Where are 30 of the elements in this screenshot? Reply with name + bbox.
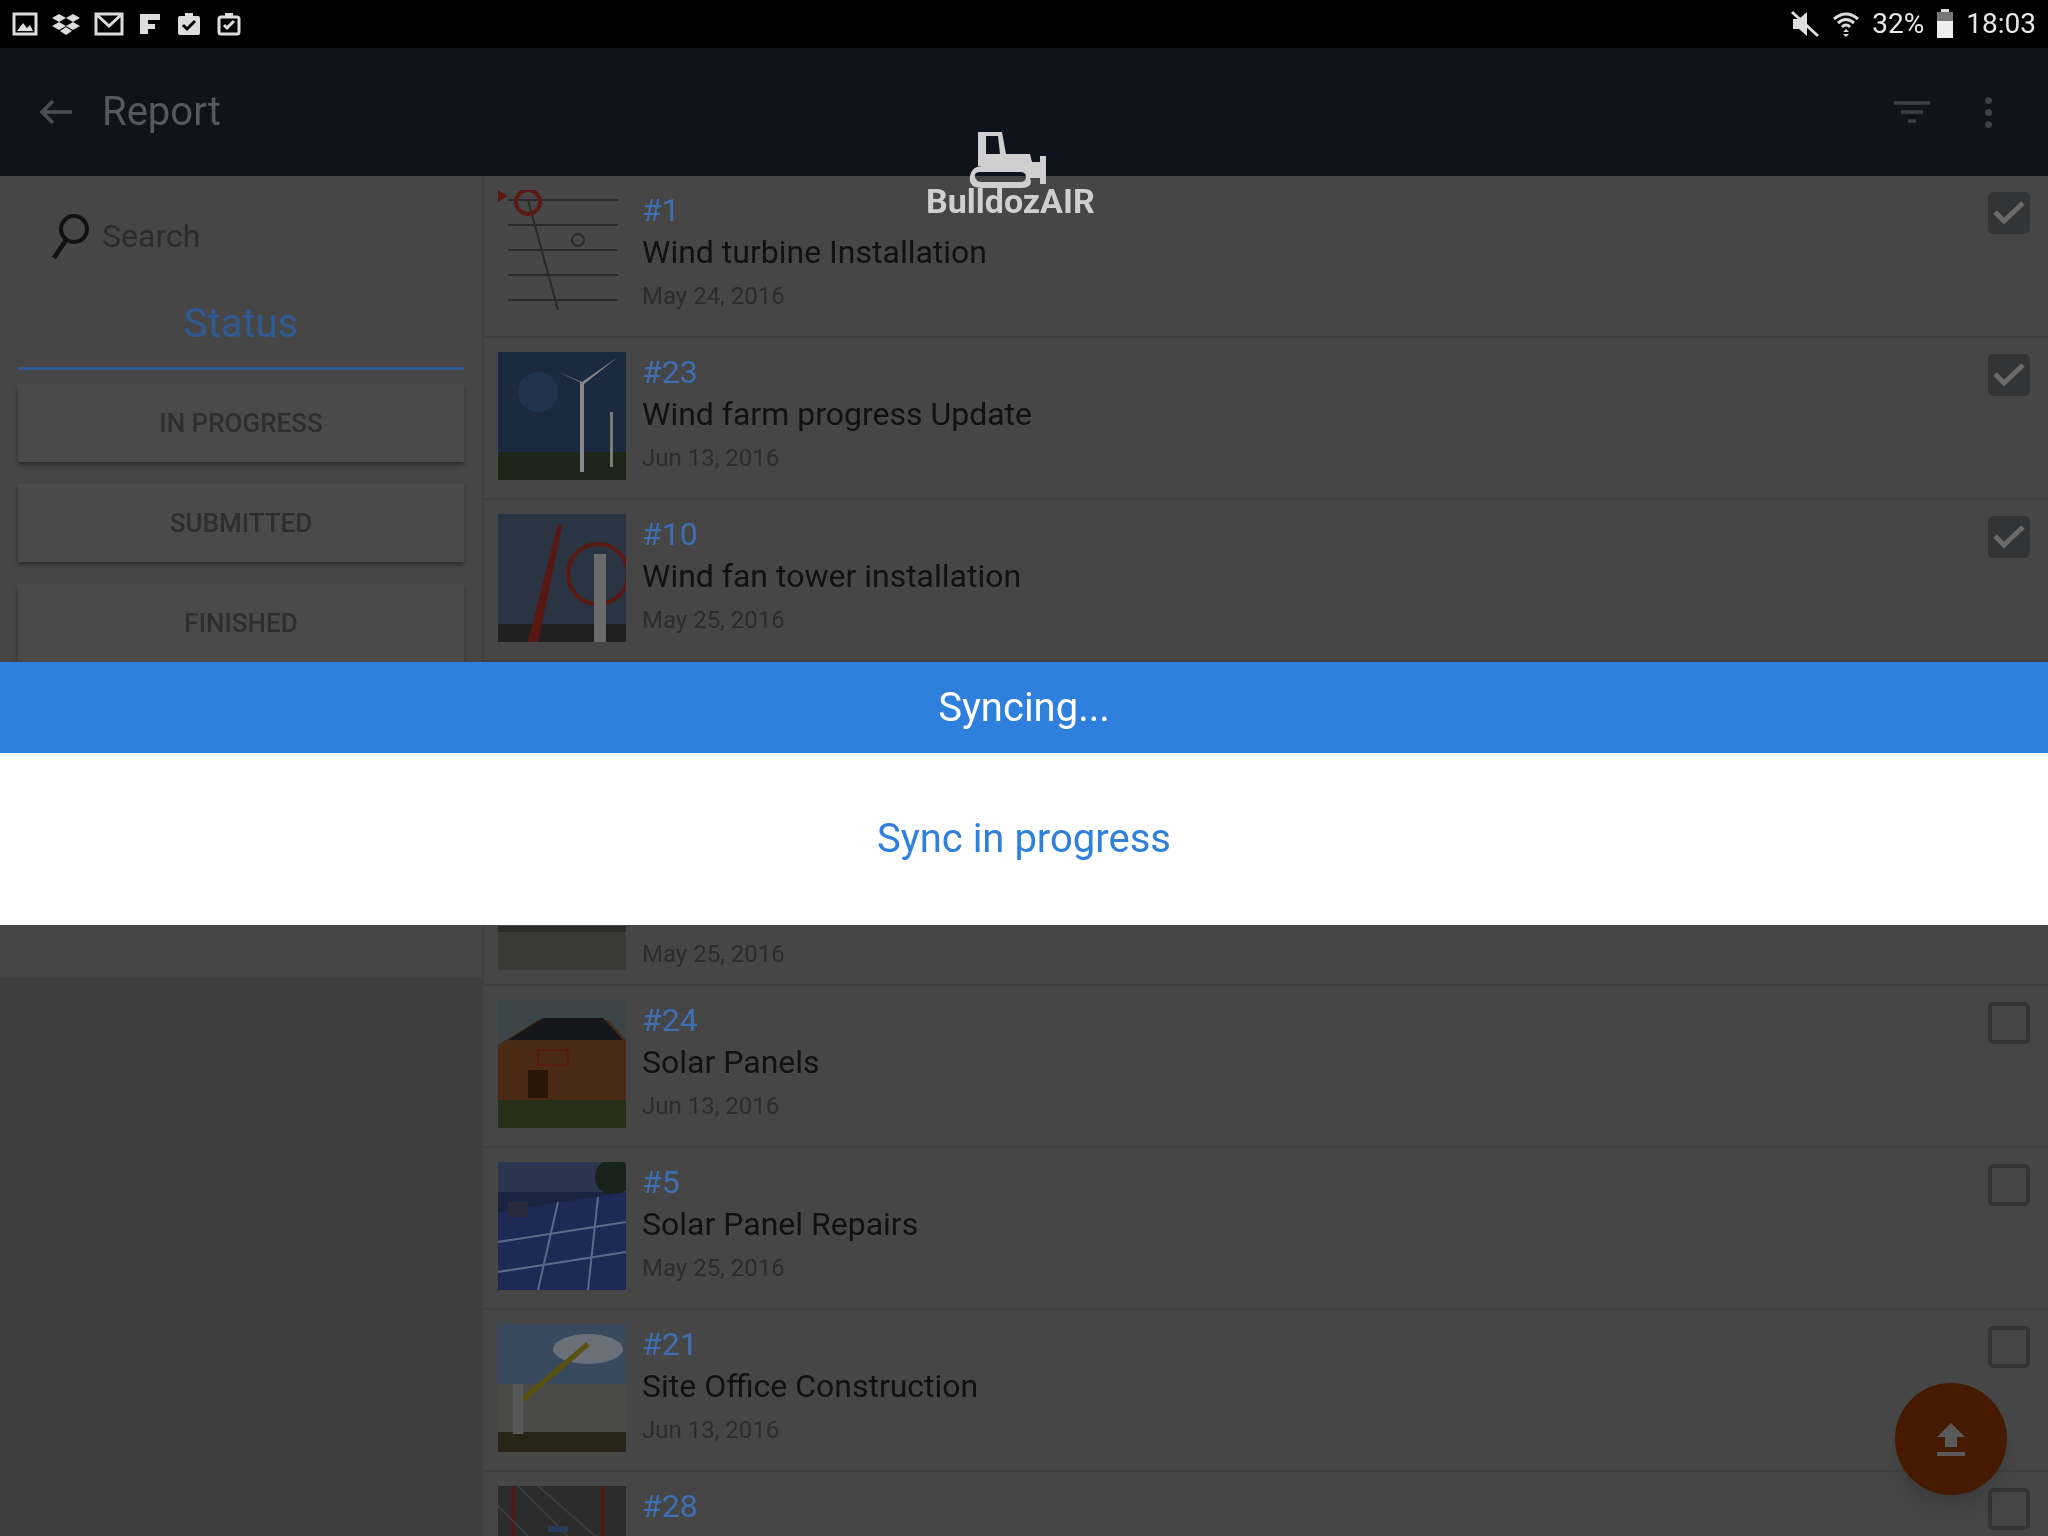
dialog-title-bar: Syncing...: [0, 662, 2048, 753]
dialog-message: Sync in progress: [877, 814, 1171, 864]
mute-icon: [1790, 10, 1821, 38]
search-icon: [50, 212, 92, 260]
logo-text: BulldozAIR: [926, 184, 1095, 218]
mail-icon: [94, 12, 124, 36]
report-number: #24: [642, 1000, 698, 1040]
report-number: #10: [642, 514, 698, 554]
checkbox[interactable]: [1988, 354, 2030, 396]
report-number: #28: [642, 1486, 698, 1526]
image-icon: [12, 12, 38, 36]
clipboard-check-icon: [176, 12, 202, 36]
filter-icon: [1894, 100, 1930, 124]
status-tab[interactable]: Status: [18, 280, 464, 370]
checkbox[interactable]: [1988, 192, 2030, 234]
report-number: #1: [642, 190, 680, 230]
report-number: #21: [642, 1324, 698, 1364]
upload-icon: [1935, 1421, 1967, 1457]
clipboard-check-icon: [216, 12, 242, 36]
checkbox[interactable]: [1988, 516, 2030, 558]
clock: 18:03: [1966, 6, 2036, 42]
dropbox-icon: [52, 12, 80, 36]
back-arrow-icon: [38, 98, 74, 126]
wifi-icon: [1832, 10, 1861, 38]
battery-percentage: 32%: [1872, 6, 1925, 42]
battery-icon: [1936, 9, 1955, 39]
report-number: #5: [642, 1162, 680, 1202]
flag-icon: [138, 12, 162, 36]
screen-title: Report: [102, 87, 221, 137]
report-number: #23: [642, 352, 698, 392]
